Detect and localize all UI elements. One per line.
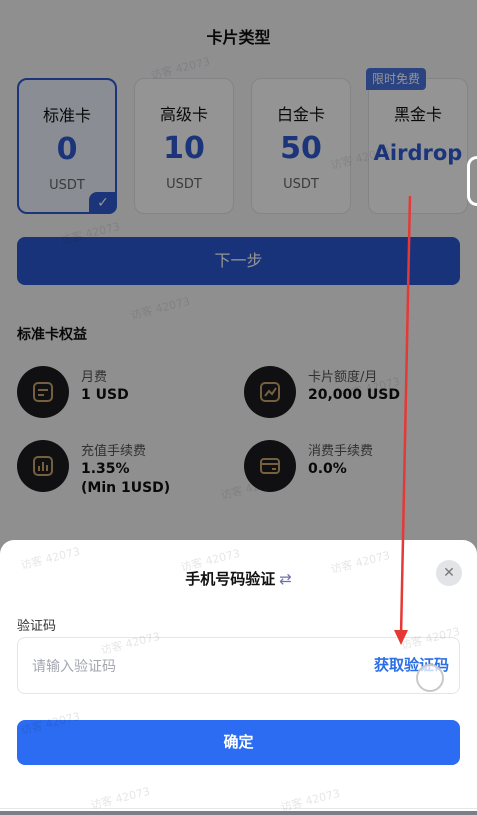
- code-label: 验证码: [17, 619, 57, 634]
- verification-code-input[interactable]: [30, 638, 334, 695]
- phone-verification-sheet: 手机号码验证⇄ ✕ 验证码 获取验证码 确定 访客 42073 访客 42073…: [0, 540, 477, 814]
- watermark: 访客 42073: [279, 786, 342, 815]
- touch-indicator: [416, 664, 444, 692]
- sheet-title: 手机号码验证 ⇄: [0, 568, 477, 589]
- confirm-button[interactable]: 确定: [17, 720, 460, 765]
- edge-swipe-handle[interactable]: [467, 156, 477, 206]
- sheet-title-text: 手机号码验证: [185, 570, 276, 588]
- swap-icon[interactable]: ⇄: [279, 570, 292, 588]
- divider: [0, 808, 477, 809]
- code-field: 获取验证码: [17, 637, 460, 695]
- close-icon[interactable]: ✕: [436, 560, 462, 586]
